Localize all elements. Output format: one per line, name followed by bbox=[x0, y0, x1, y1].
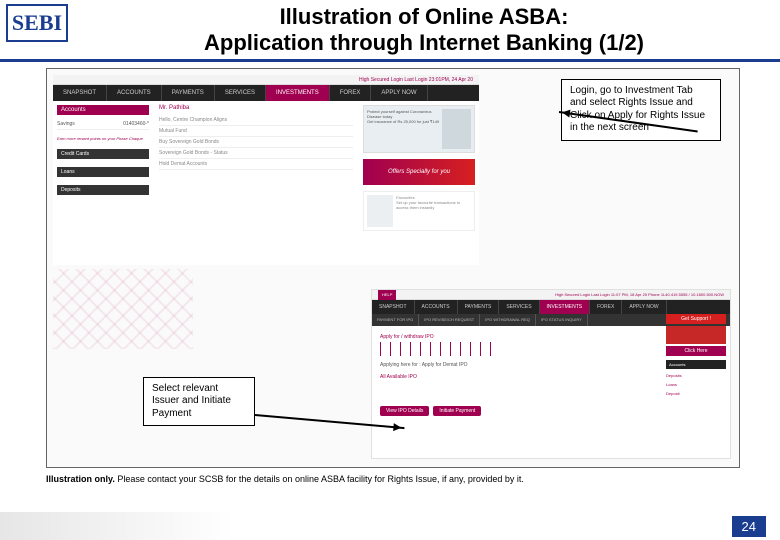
bankB-tab-applynow[interactable]: APPLY NOW bbox=[622, 300, 666, 314]
bankB-tab-snapshot[interactable]: SNAPSHOT bbox=[372, 300, 415, 314]
bankB-applying-for: Applying here for : Apply for Demat IPO bbox=[380, 362, 660, 368]
bankA-side-deposits[interactable]: Deposits bbox=[57, 185, 149, 195]
bankA-tab-services[interactable]: SERVICES bbox=[215, 85, 266, 101]
bankB-tab-investments[interactable]: INVESTMENTS bbox=[540, 300, 591, 314]
bankA-tab-investments[interactable]: INVESTMENTS bbox=[266, 85, 330, 101]
footnote-rest: Please contact your SCSB for the details… bbox=[115, 474, 524, 484]
bankA-tab-forex[interactable]: FOREX bbox=[330, 85, 372, 101]
bankB-rside-deposits[interactable]: Deposits bbox=[666, 371, 726, 380]
bankA-promo-sub: Get insurance of Rs 25,000 for just ₹149 bbox=[367, 119, 439, 124]
bankA-item-mf[interactable]: Mutual Fund bbox=[159, 126, 353, 137]
bankB-get-support-btn[interactable]: Click Here bbox=[666, 346, 726, 356]
bankA-fav-image bbox=[367, 195, 393, 227]
bankB-tab-services[interactable]: SERVICES bbox=[499, 300, 539, 314]
bankA-side-accounts-header: Accounts bbox=[57, 105, 149, 115]
bankB-sub-revise[interactable]: IPO REVISE/CH REQUEST bbox=[419, 314, 480, 326]
bankA-promo-corona[interactable]: Protect yourself against Coronavirus Dis… bbox=[363, 105, 475, 153]
footer-bar: 24 bbox=[0, 512, 780, 540]
page-number-badge: 24 bbox=[732, 516, 766, 537]
bankA-item-buy-sgb[interactable]: Buy Sovereign Gold Bonds bbox=[159, 137, 353, 148]
bankB-initiate-payment-button[interactable]: Initiate Payment bbox=[433, 406, 481, 416]
sebi-logo-text: SEBI bbox=[12, 10, 62, 36]
bankB-tab-payments[interactable]: PAYMENTS bbox=[458, 300, 500, 314]
bankA-tab-snapshot[interactable]: SNAPSHOT bbox=[53, 85, 107, 101]
decorative-pattern bbox=[53, 269, 193, 349]
bankB-status-text: High Secured Login Last Login 11:07 PM, … bbox=[555, 292, 724, 297]
slide-title-line1: Illustration of Online ASBA: bbox=[280, 4, 569, 29]
sebi-logo: SEBI bbox=[6, 4, 68, 42]
bankA-tab-accounts[interactable]: ACCOUNTS bbox=[107, 85, 162, 101]
bankA-greeting: Mr. Pathiba bbox=[159, 105, 353, 111]
title-underline bbox=[0, 59, 780, 62]
bankB-status-bar: HELP High Secured Login Last Login 11:07… bbox=[372, 290, 730, 300]
bankA-side-loans[interactable]: Loans bbox=[57, 167, 149, 177]
bankA-tab-applynow[interactable]: APPLY NOW bbox=[371, 85, 427, 101]
bank-screenshot-top: High Secured Login Last Login 23:01PM, 2… bbox=[53, 75, 479, 265]
bankA-promo-image bbox=[442, 109, 471, 149]
bankB-sub-status[interactable]: IPO STATUS INQUIRY bbox=[536, 314, 588, 326]
bankA-sidebar: Accounts Savings 01403460-* Earn more re… bbox=[53, 101, 153, 261]
bankB-steps-graphic bbox=[380, 342, 500, 356]
bankA-side-cta: Earn more reward points on your Phase Ch… bbox=[57, 136, 149, 141]
bankB-apply-label: Apply for / withdraw IPO bbox=[380, 334, 660, 340]
bankA-side-creditcards[interactable]: Credit Cards bbox=[57, 149, 149, 159]
bankB-tab-accounts[interactable]: ACCOUNTS bbox=[415, 300, 458, 314]
bankA-side-savings-label: Savings bbox=[57, 121, 75, 127]
bankA-status-bar: High Secured Login Last Login 23:01PM, 2… bbox=[53, 75, 479, 85]
bankA-favourites[interactable]: Favourites Set up your favourite transac… bbox=[363, 191, 475, 231]
illustration-frame: High Secured Login Last Login 23:01PM, 2… bbox=[46, 68, 740, 468]
bankB-get-support: Get Support ! Click Here bbox=[666, 314, 726, 356]
bank-screenshot-bottom: HELP High Secured Login Last Login 11:07… bbox=[371, 289, 731, 459]
bankB-help-pill[interactable]: HELP bbox=[378, 290, 396, 300]
bankA-item-demat[interactable]: Hold Demat Accounts bbox=[159, 159, 353, 170]
bankB-available-ipo: All Available IPO bbox=[380, 374, 660, 380]
bankA-greeting-sub: Hello, Centre Champion Aligns bbox=[159, 115, 353, 126]
bankA-item-sgb-status[interactable]: Sovereign Gold Bonds - Status bbox=[159, 148, 353, 159]
bankB-get-support-banner bbox=[666, 326, 726, 344]
callout-initiate-payment: Select relevant Issuer and Initiate Paym… bbox=[143, 377, 255, 427]
bankA-right-promos: Protect yourself against Coronavirus Dis… bbox=[359, 101, 479, 261]
bankA-nav: SNAPSHOT ACCOUNTS PAYMENTS SERVICES INVE… bbox=[53, 85, 479, 101]
bankA-offers-banner[interactable]: Offers Specially for you bbox=[363, 159, 475, 185]
bankB-rside-loans[interactable]: Loans bbox=[666, 380, 726, 389]
bankB-rside-accounts[interactable]: Accounts bbox=[666, 360, 726, 369]
bankB-view-ipo-button[interactable]: View IPO Details bbox=[380, 406, 429, 416]
bankA-fav-sub: Set up your favourite transactions to ac… bbox=[396, 200, 471, 210]
bankB-rside-deposit[interactable]: Deposit bbox=[666, 389, 726, 398]
footnote: Illustration only. Please contact your S… bbox=[46, 474, 740, 484]
bankB-sub-withdraw[interactable]: IPO WITHDRAWAL REQ bbox=[480, 314, 536, 326]
slide-title-line2: Application through Internet Banking (1/… bbox=[204, 30, 644, 55]
bankB-right-sidebar: Accounts Deposits Loans Deposit bbox=[666, 360, 726, 398]
bankA-main: Mr. Pathiba Hello, Centre Champion Align… bbox=[153, 101, 359, 261]
bankA-tab-payments[interactable]: PAYMENTS bbox=[162, 85, 215, 101]
bankA-side-savings-row[interactable]: Savings 01403460-* bbox=[57, 119, 149, 130]
bankA-promo-title: Protect yourself against Coronavirus Dis… bbox=[367, 109, 439, 119]
bankA-side-savings-value: 01403460-* bbox=[123, 121, 149, 127]
bankB-sub-payment-ipo[interactable]: PAYMENT FOR IPO bbox=[372, 314, 419, 326]
slide-title: Illustration of Online ASBA: Application… bbox=[78, 4, 770, 57]
bankB-nav: SNAPSHOT ACCOUNTS PAYMENTS SERVICES INVE… bbox=[372, 300, 730, 314]
footnote-lead: Illustration only. bbox=[46, 474, 115, 484]
bankB-get-support-title: Get Support ! bbox=[666, 314, 726, 324]
bankB-tab-forex[interactable]: FOREX bbox=[590, 300, 622, 314]
